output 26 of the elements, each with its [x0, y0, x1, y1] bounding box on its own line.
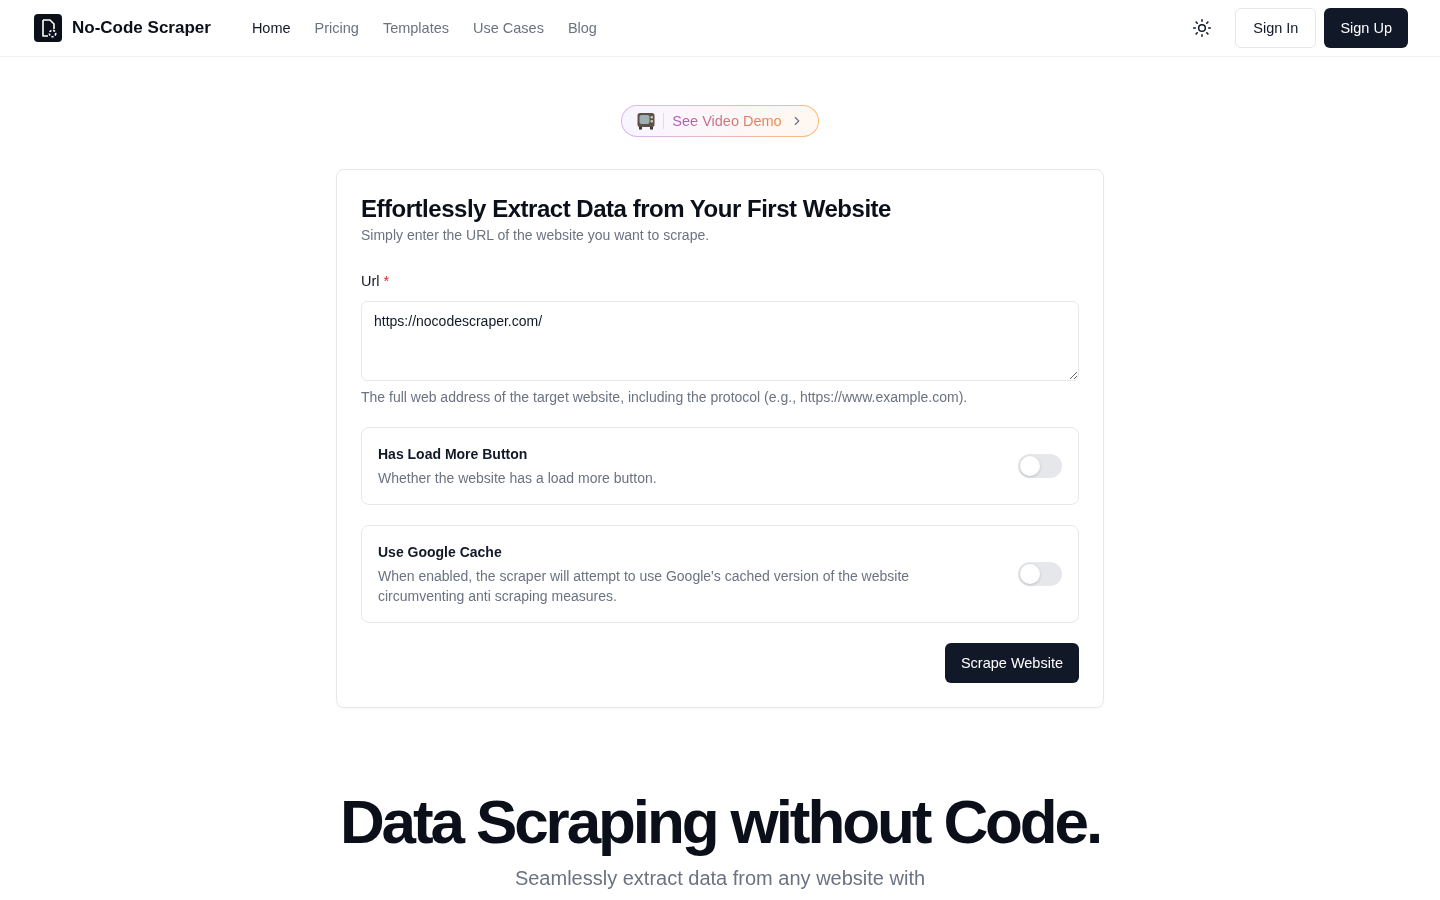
url-input-field[interactable]: https://nocodescraper.com/ [361, 301, 1079, 381]
nav-link[interactable]: Home [251, 20, 291, 36]
option-description: Whether the website has a load more button. [378, 469, 657, 488]
field-help-text: The full web address of the target website, including the protocol (e.g., https://www.example.com). [361, 388, 969, 407]
hero-subtitle: Seamlessly extract data from any website with [514, 866, 926, 891]
nav-link[interactable]: Use Cases [473, 20, 544, 36]
toggle-switch[interactable] [1018, 562, 1062, 586]
document-logo-icon [34, 14, 62, 42]
hero-title: Data Scraping without Code. [339, 788, 1101, 856]
nav-link[interactable]: Templates [382, 20, 449, 36]
form-title: Effortlessly Extract Data from Your First Website [361, 194, 892, 224]
nav-link[interactable]: Blog [567, 20, 597, 36]
required-mark: * [383, 272, 390, 291]
form-subtitle: Simply enter the URL of the website you want to scrape. [361, 226, 711, 245]
brand-name: No-Code Scraper [72, 18, 211, 38]
sign-up-button[interactable]: Sign Up [1324, 8, 1408, 48]
scrape-website-button[interactable]: Scrape Website [944, 643, 1079, 683]
toggle-switch[interactable] [1018, 454, 1062, 478]
nav-link[interactable]: Pricing [314, 20, 359, 36]
field-label: Url [361, 272, 380, 291]
television-icon [637, 112, 656, 130]
option-title: Use Google Cache [378, 543, 503, 562]
option-title: Has Load More Button [378, 445, 529, 464]
sign-in-button[interactable]: Sign In [1235, 8, 1317, 48]
sun-icon [1192, 18, 1213, 38]
option-description: When enabled, the scraper will attempt to use Google's cached version of the website circumventing anti scraping measures. [378, 567, 911, 606]
